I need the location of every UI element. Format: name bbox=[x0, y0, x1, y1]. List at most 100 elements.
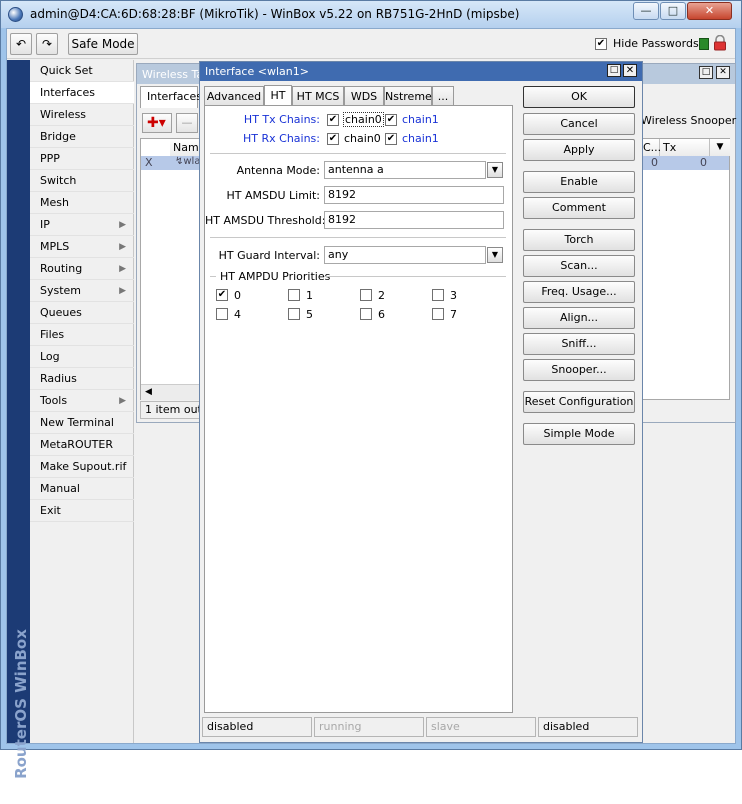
ht-rx-chain0-checkbox[interactable]: ✔ bbox=[327, 133, 339, 145]
ampdu-priority-5-label: 5 bbox=[306, 308, 313, 321]
sidebar-item-switch[interactable]: Switch bbox=[30, 170, 134, 192]
sidebar-item-mesh[interactable]: Mesh bbox=[30, 192, 134, 214]
window-title: admin@D4:CA:6D:68:28:BF (MikroTik) - Win… bbox=[30, 7, 520, 21]
ht-tx-chain1-checkbox[interactable]: ✔ bbox=[385, 114, 397, 126]
tab-ht-mcs[interactable]: HT MCS bbox=[292, 86, 344, 106]
sidebar-item-wireless[interactable]: Wireless bbox=[30, 104, 134, 126]
wireless-tables-title: Wireless Ta bbox=[142, 68, 204, 81]
sidebar-item-files[interactable]: Files bbox=[30, 324, 134, 346]
sidebar-item-ppp[interactable]: PPP bbox=[30, 148, 134, 170]
column-header-tx-drops[interactable]: Tx Drops bbox=[660, 139, 710, 171]
sidebar-item-new-terminal[interactable]: New Terminal bbox=[30, 412, 134, 434]
sidebar-item-mpls[interactable]: MPLS ▶ bbox=[30, 236, 134, 258]
ht-amsdu-threshold-input[interactable]: 8192 bbox=[324, 211, 504, 229]
remove-icon[interactable]: — bbox=[176, 113, 198, 133]
ht-rx-chain1-label: chain1 bbox=[402, 132, 439, 145]
sidebar-item-radius[interactable]: Radius bbox=[30, 368, 134, 390]
dialog-maximize-button[interactable]: □ bbox=[607, 64, 621, 77]
ht-tx-chains-label: HT Tx Chains: bbox=[243, 113, 320, 126]
sidebar-item-quick-set[interactable]: Quick Set bbox=[30, 60, 134, 82]
wireless-tables-close-button[interactable]: ✕ bbox=[716, 66, 730, 79]
column-header-c[interactable]: C... bbox=[640, 139, 661, 156]
winbox-app-icon bbox=[8, 7, 23, 22]
tab-wireless-snooper[interactable]: Wireless Snooper bbox=[641, 114, 736, 127]
ht-tx-chain0-label: chain0 bbox=[343, 112, 384, 127]
ampdu-priority-1-checkbox[interactable] bbox=[288, 289, 300, 301]
undo-button[interactable]: ↶ bbox=[10, 33, 32, 55]
sidebar-item-queues[interactable]: Queues bbox=[30, 302, 134, 324]
ht-tx-chain0-checkbox[interactable]: ✔ bbox=[327, 114, 339, 126]
ampdu-priority-2-checkbox[interactable] bbox=[360, 289, 372, 301]
horizontal-scrollbar[interactable]: ◀ bbox=[141, 384, 201, 400]
column-header-name[interactable]: Name bbox=[170, 139, 205, 156]
redo-button[interactable]: ↷ bbox=[36, 33, 58, 55]
ok-button[interactable]: OK bbox=[523, 86, 635, 108]
ampdu-priority-6-checkbox[interactable] bbox=[360, 308, 372, 320]
freq-usage-button[interactable]: Freq. Usage... bbox=[523, 281, 635, 303]
sniff-button[interactable]: Sniff... bbox=[523, 333, 635, 355]
connection-status-icon bbox=[699, 38, 709, 50]
wireless-tables-maximize-button[interactable]: □ bbox=[699, 66, 713, 79]
submenu-arrow-icon: ▶ bbox=[119, 242, 126, 252]
ampdu-priority-4-label: 4 bbox=[234, 308, 241, 321]
sidebar-item-interfaces[interactable]: Interfaces bbox=[30, 82, 134, 104]
ht-guard-interval-label: HT Guard Interval: bbox=[218, 249, 320, 262]
sidebar-item-exit[interactable]: Exit bbox=[30, 500, 134, 522]
tab-interfaces[interactable]: Interfaces bbox=[140, 86, 202, 108]
simple-mode-button[interactable]: Simple Mode bbox=[523, 423, 635, 445]
enable-button[interactable]: Enable bbox=[523, 171, 635, 193]
ht-rx-chain1-checkbox[interactable]: ✔ bbox=[385, 133, 397, 145]
cancel-button[interactable]: Cancel bbox=[523, 113, 635, 135]
sidebar-item-bridge[interactable]: Bridge bbox=[30, 126, 134, 148]
sidebar-item-metarouter[interactable]: MetaROUTER bbox=[30, 434, 134, 456]
submenu-arrow-icon: ▶ bbox=[119, 286, 126, 296]
sidebar-item-label: Interfaces bbox=[40, 86, 95, 99]
sidebar-item-log[interactable]: Log bbox=[30, 346, 134, 368]
chevron-down-icon[interactable]: ▼ bbox=[487, 247, 503, 263]
sidebar-item-system[interactable]: System ▶ bbox=[30, 280, 134, 302]
ampdu-priority-7-checkbox[interactable] bbox=[432, 308, 444, 320]
minimize-button[interactable]: — bbox=[633, 2, 659, 20]
add-icon[interactable]: ✚▾ bbox=[142, 113, 172, 133]
align-button[interactable]: Align... bbox=[523, 307, 635, 329]
tab-ht[interactable]: HT bbox=[264, 85, 292, 106]
sidebar-item-label: Make Supout.rif bbox=[40, 460, 127, 473]
sidebar-item-label: Queues bbox=[40, 306, 82, 319]
ht-guard-interval-select[interactable]: any bbox=[324, 246, 486, 264]
status-enabled: disabled bbox=[202, 717, 312, 737]
tab-more[interactable]: ... bbox=[432, 86, 454, 106]
chevron-down-icon[interactable]: ▼ bbox=[487, 162, 503, 178]
ampdu-priority-4-checkbox[interactable] bbox=[216, 308, 228, 320]
sidebar-item-label: Mesh bbox=[40, 196, 69, 209]
sidebar-item-routing[interactable]: Routing ▶ bbox=[30, 258, 134, 280]
scan-button[interactable]: Scan... bbox=[523, 255, 635, 277]
ht-amsdu-limit-input[interactable]: 8192 bbox=[324, 186, 504, 204]
maximize-button[interactable]: □ bbox=[660, 2, 686, 20]
column-menu-icon[interactable]: ▼ bbox=[710, 139, 730, 156]
divider bbox=[210, 237, 506, 238]
sidebar-item-tools[interactable]: Tools ▶ bbox=[30, 390, 134, 412]
close-button[interactable]: ✕ bbox=[687, 2, 732, 20]
torch-button[interactable]: Torch bbox=[523, 229, 635, 251]
hide-passwords-label: Hide Passwords bbox=[613, 37, 699, 50]
sidebar-item-label: Exit bbox=[40, 504, 61, 517]
comment-button[interactable]: Comment bbox=[523, 197, 635, 219]
hide-passwords-checkbox[interactable]: ✔ bbox=[595, 38, 607, 50]
safe-mode-button[interactable]: Safe Mode bbox=[68, 33, 138, 55]
reset-configuration-button[interactable]: Reset Configuration bbox=[523, 391, 635, 413]
sidebar-item-make-supout[interactable]: Make Supout.rif bbox=[30, 456, 134, 478]
dialog-close-button[interactable]: ✕ bbox=[623, 64, 637, 77]
tab-wds[interactable]: WDS bbox=[344, 86, 384, 106]
tab-advanced[interactable]: Advanced bbox=[204, 86, 264, 106]
ampdu-priority-5-checkbox[interactable] bbox=[288, 308, 300, 320]
sidebar-item-manual[interactable]: Manual bbox=[30, 478, 134, 500]
tab-nstreme[interactable]: Nstreme bbox=[384, 86, 432, 106]
apply-button[interactable]: Apply bbox=[523, 139, 635, 161]
ampdu-priority-3-checkbox[interactable] bbox=[432, 289, 444, 301]
ampdu-priority-0-checkbox[interactable]: ✔ bbox=[216, 289, 228, 301]
snooper-button[interactable]: Snooper... bbox=[523, 359, 635, 381]
ampdu-priority-6-label: 6 bbox=[378, 308, 385, 321]
sidebar-item-ip[interactable]: IP ▶ bbox=[30, 214, 134, 236]
status-running: running bbox=[314, 717, 424, 737]
antenna-mode-select[interactable]: antenna a bbox=[324, 161, 486, 179]
